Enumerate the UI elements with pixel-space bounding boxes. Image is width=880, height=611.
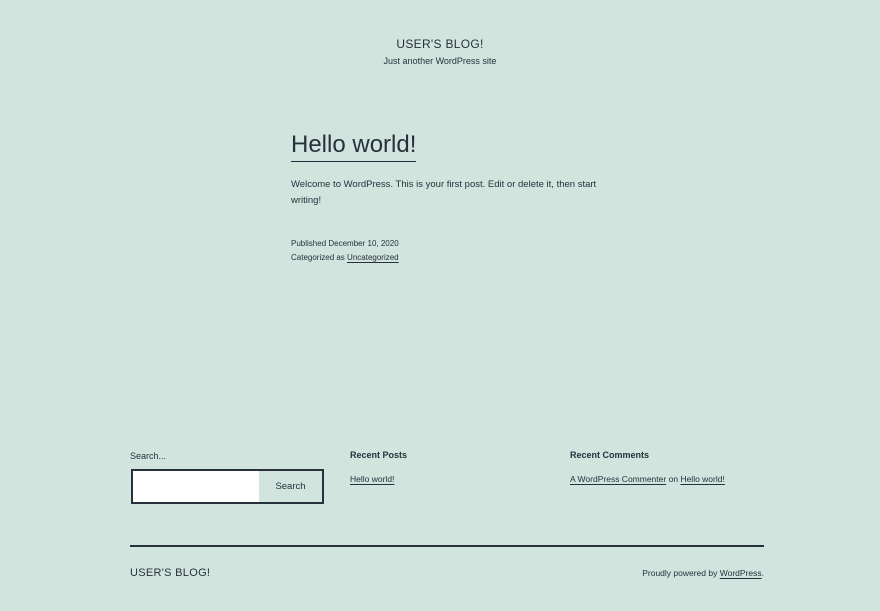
recent-comments-heading: Recent Comments [570,450,650,460]
footer-site-title[interactable]: USER'S BLOG! [130,567,210,579]
search-label: Search... [130,451,167,461]
post-content: Welcome to WordPress. This is your first… [291,179,597,206]
powered-by: Proudly powered by WordPress. [642,568,764,578]
post-meta: Published December 10, 2020 Categorized … [291,237,399,265]
recent-post-link[interactable]: Hello world! [350,474,394,484]
categorized-prefix: Categorized as [291,253,345,262]
wordpress-link[interactable]: WordPress [720,568,762,578]
comment-author-link[interactable]: A WordPress Commenter [570,474,666,484]
published-line: Published December 10, 2020 [291,237,399,251]
published-date: December 10, 2020 [328,239,399,248]
post-title-link[interactable]: Hello world! [291,129,417,162]
search-input[interactable] [131,469,261,504]
site-description: Just another WordPress site [383,56,497,66]
published-prefix: Published [291,239,327,248]
category-link[interactable]: Uncategorized [347,253,399,262]
comment-post-link[interactable]: Hello world! [680,474,724,484]
site-title[interactable]: USER'S BLOG! [0,37,880,51]
powered-prefix: Proudly powered by [642,568,718,578]
recent-comment-item: A WordPress Commenter on Hello world! [570,474,725,484]
search-button[interactable]: Search [259,469,324,504]
powered-suffix: . [761,568,764,578]
comment-connector: on [668,474,679,484]
recent-posts-heading: Recent Posts [350,450,408,460]
category-line: Categorized as Uncategorized [291,251,399,265]
footer-divider [130,545,764,547]
